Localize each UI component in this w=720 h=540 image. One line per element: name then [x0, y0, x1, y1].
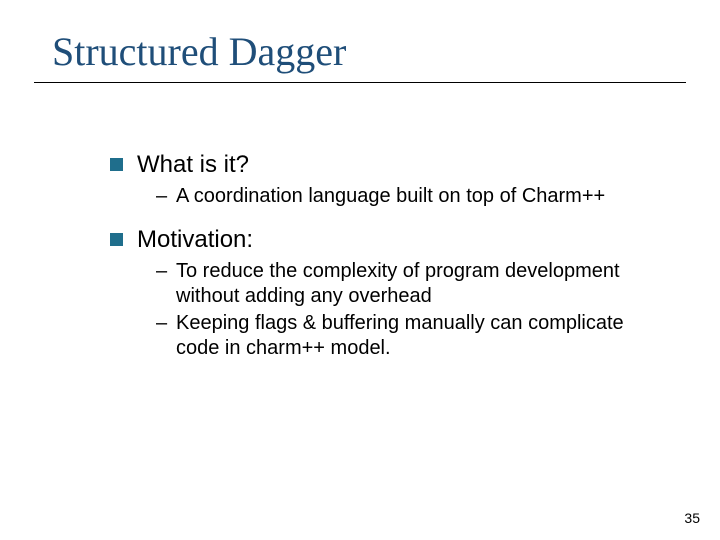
sub-bullet-group: – To reduce the complexity of program de… [156, 259, 650, 361]
sub-bullet-item: – To reduce the complexity of program de… [156, 259, 650, 309]
bullet-item: What is it? [110, 150, 650, 180]
slide-title: Structured Dagger [52, 28, 346, 75]
square-bullet-icon [110, 158, 123, 171]
dash-bullet-icon: – [156, 184, 174, 209]
bullet-text: What is it? [137, 150, 650, 180]
sub-bullet-item: – A coordination language built on top o… [156, 184, 650, 209]
bullet-text: Motivation: [137, 225, 650, 255]
dash-bullet-icon: – [156, 311, 174, 336]
square-bullet-icon [110, 233, 123, 246]
slide: Structured Dagger What is it? – A coordi… [0, 0, 720, 540]
sub-bullet-group: – A coordination language built on top o… [156, 184, 650, 209]
sub-bullet-text: A coordination language built on top of … [176, 184, 650, 209]
dash-bullet-icon: – [156, 259, 174, 284]
slide-body: What is it? – A coordination language bu… [110, 150, 650, 377]
page-number: 35 [684, 510, 700, 526]
sub-bullet-item: – Keeping flags & buffering manually can… [156, 311, 650, 361]
sub-bullet-text: Keeping flags & buffering manually can c… [176, 311, 650, 361]
title-underline [34, 82, 686, 83]
sub-bullet-text: To reduce the complexity of program deve… [176, 259, 650, 309]
bullet-item: Motivation: [110, 225, 650, 255]
